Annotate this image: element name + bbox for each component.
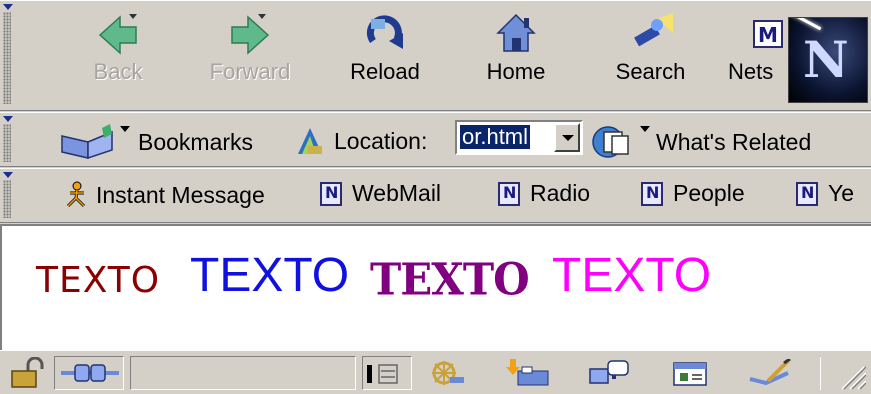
online-connection-icon[interactable] bbox=[61, 362, 119, 384]
netscape-logo-n: N bbox=[803, 30, 849, 89]
location-label: Location: bbox=[334, 127, 428, 154]
svg-text:M: M bbox=[758, 23, 778, 47]
forward-arrow-icon bbox=[231, 14, 270, 55]
netscape-page-icon bbox=[796, 181, 818, 206]
status-text-panel bbox=[130, 356, 356, 390]
meteor-streak bbox=[789, 18, 822, 31]
forward-button[interactable]: Forward bbox=[200, 11, 300, 85]
forward-label: Forward bbox=[209, 59, 291, 84]
personal-item-label: Ye bbox=[828, 180, 855, 206]
page-content-area: TEXTO TEXTO TEXTO TEXTO bbox=[0, 224, 871, 350]
toolbar-grip[interactable] bbox=[3, 4, 13, 104]
back-label: Back bbox=[93, 59, 143, 84]
back-button[interactable]: Back bbox=[83, 11, 153, 85]
webmail-button[interactable]: WebMail bbox=[320, 180, 441, 207]
personal-item-label: Instant Message bbox=[96, 181, 265, 208]
location-combobox[interactable]: or.html bbox=[455, 120, 583, 155]
people-button[interactable]: People bbox=[641, 180, 745, 207]
netscape-page-icon bbox=[498, 181, 520, 206]
personal-item-label: Radio bbox=[530, 180, 591, 206]
composer-icon[interactable] bbox=[670, 359, 710, 387]
search-flashlight-icon bbox=[633, 13, 673, 47]
resize-grip-icon[interactable] bbox=[838, 365, 866, 391]
personal-toolbar: Instant Message WebMail Radio People Ye bbox=[0, 168, 871, 223]
whats-related-button[interactable]: What's Related bbox=[590, 124, 811, 160]
toolbar-grip[interactable] bbox=[3, 172, 13, 218]
back-arrow-icon bbox=[98, 14, 137, 55]
bookmarks-book-icon bbox=[61, 124, 130, 160]
aim-running-man-icon bbox=[66, 181, 86, 208]
mail-icon[interactable] bbox=[500, 359, 550, 387]
netscape-label: Nets bbox=[728, 59, 774, 84]
personal-item-label: WebMail bbox=[352, 180, 442, 206]
netscape-throbber-logo[interactable]: N bbox=[788, 17, 868, 103]
search-label: Search bbox=[615, 59, 686, 84]
reload-button[interactable]: Reload bbox=[340, 11, 430, 85]
instant-message-icon[interactable] bbox=[588, 359, 634, 387]
location-toolbar: Bookmarks Location: What's Related bbox=[0, 112, 871, 167]
radio-button[interactable]: Radio bbox=[498, 180, 590, 207]
whats-related-label: What's Related bbox=[656, 128, 812, 155]
texto-word-3: TEXTO bbox=[370, 253, 530, 306]
search-button[interactable]: Search bbox=[603, 11, 698, 85]
navigation-toolbar: Back Forward Reload Home Search M Nets N bbox=[0, 0, 871, 111]
online-status-panel bbox=[54, 356, 124, 390]
status-divider bbox=[820, 356, 821, 390]
reload-label: Reload bbox=[350, 59, 420, 84]
netscape-page-icon bbox=[641, 181, 663, 206]
netscape-page-icon bbox=[320, 181, 342, 206]
security-lock-icon[interactable] bbox=[8, 357, 48, 389]
location-bookmark-icon bbox=[298, 128, 322, 154]
whats-related-icon bbox=[592, 126, 650, 158]
location-input[interactable]: or.html bbox=[460, 125, 531, 149]
status-bar bbox=[0, 350, 871, 394]
home-label: Home bbox=[486, 59, 546, 84]
progress-panel bbox=[362, 356, 412, 390]
bookmarks-label: Bookmarks bbox=[138, 128, 254, 155]
reload-icon bbox=[366, 15, 403, 49]
texto-word-4: TEXTO bbox=[552, 249, 712, 302]
bookmarks-button[interactable]: Bookmarks bbox=[58, 124, 253, 160]
netscape-n-icon: M bbox=[753, 20, 783, 48]
location-label-group: Location: bbox=[292, 124, 427, 158]
home-icon bbox=[496, 13, 536, 52]
texto-word-2: TEXTO bbox=[190, 249, 350, 302]
address-book-icon[interactable] bbox=[748, 359, 794, 387]
home-button[interactable]: Home bbox=[476, 11, 556, 85]
location-dropdown-button[interactable] bbox=[554, 123, 580, 152]
toolbar-grip[interactable] bbox=[3, 116, 13, 162]
component-bar-icon[interactable] bbox=[367, 363, 407, 385]
navigator-icon[interactable] bbox=[426, 359, 466, 387]
instant-message-button[interactable]: Instant Message bbox=[62, 180, 265, 210]
texto-word-1: TEXTO bbox=[36, 260, 161, 301]
personal-item-label: People bbox=[673, 180, 745, 206]
yellow-pages-button[interactable]: Ye bbox=[796, 180, 854, 207]
netscape-button[interactable]: M Nets bbox=[728, 11, 788, 85]
